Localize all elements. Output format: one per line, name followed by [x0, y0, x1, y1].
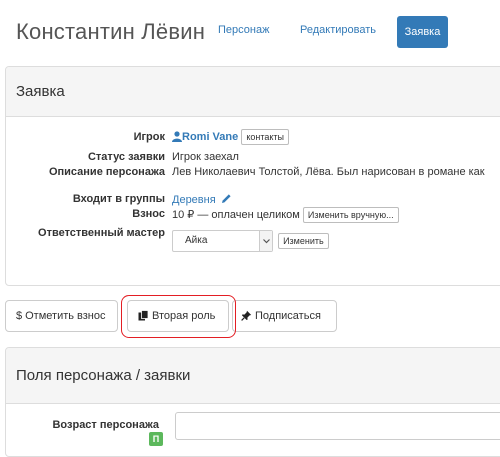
- age-input[interactable]: [175, 412, 500, 440]
- fields-panel-title: Поля персонажа / заявки: [6, 348, 500, 404]
- page-header: Константин Лёвин Персонаж Редактировать …: [0, 0, 500, 66]
- master-select[interactable]: Айка: [172, 230, 273, 252]
- dollar-icon: $: [16, 310, 23, 322]
- second-role-label: Вторая роль: [152, 310, 216, 322]
- nav-character[interactable]: Персонаж: [218, 24, 269, 36]
- nav-claim[interactable]: Заявка: [397, 16, 448, 48]
- second-role-button[interactable]: Вторая роль: [127, 300, 229, 332]
- claim-panel: Заявка Игрок Romi Vane контакты Статус з…: [5, 66, 500, 286]
- player-name: Romi Vane: [182, 130, 239, 143]
- mark-fee-label: Отметить взнос: [25, 310, 106, 322]
- pencil-icon[interactable]: [221, 193, 232, 207]
- fee-change-button[interactable]: Изменить вручную...: [302, 207, 399, 223]
- field-badge: П: [149, 432, 163, 446]
- description-label: Описание персонажа: [48, 166, 165, 178]
- contacts-button[interactable]: контакты: [241, 129, 289, 145]
- mark-fee-button[interactable]: $ Отметить взнос: [5, 300, 118, 332]
- claim-panel-title: Заявка: [6, 67, 500, 117]
- fee-text: 10 ₽ — оплачен целиком: [172, 208, 300, 221]
- nav-edit[interactable]: Редактировать: [300, 24, 376, 36]
- age-label: Возраст персонажа: [52, 419, 159, 431]
- fee-label: Взнос: [132, 208, 165, 220]
- pin-icon: [241, 303, 252, 333]
- master-change-button[interactable]: Изменить: [278, 233, 329, 249]
- status-label: Статус заявки: [87, 151, 165, 163]
- description-value: Лев Николаевич Толстой, Лёва. Был нарисо…: [172, 166, 485, 178]
- groups-label: Входит в группы: [72, 193, 165, 205]
- page-title: Константин Лёвин: [16, 19, 206, 44]
- group-link[interactable]: Деревня: [172, 194, 216, 206]
- subscribe-label: Подписаться: [255, 310, 321, 322]
- user-icon: [172, 131, 182, 145]
- master-label: Ответственный мастер: [38, 227, 165, 239]
- fee-value: 10 ₽ — оплачен целиком Изменить вручную.…: [172, 207, 399, 223]
- master-value: Айка Изменить: [172, 230, 329, 252]
- fields-panel: Поля персонажа / заявки Возраст персонаж…: [5, 347, 500, 457]
- master-selected: Айка: [185, 235, 208, 246]
- chevron-down-icon: [259, 231, 272, 251]
- groups-value: Деревня: [172, 193, 232, 207]
- player-label: Игрок: [133, 131, 165, 143]
- copy-icon: [138, 303, 149, 333]
- player-value: Romi Vane контакты: [172, 129, 289, 145]
- player-link[interactable]: Romi Vane: [172, 131, 241, 143]
- status-value: Игрок заехал: [172, 151, 239, 163]
- subscribe-button[interactable]: Подписаться: [232, 300, 337, 332]
